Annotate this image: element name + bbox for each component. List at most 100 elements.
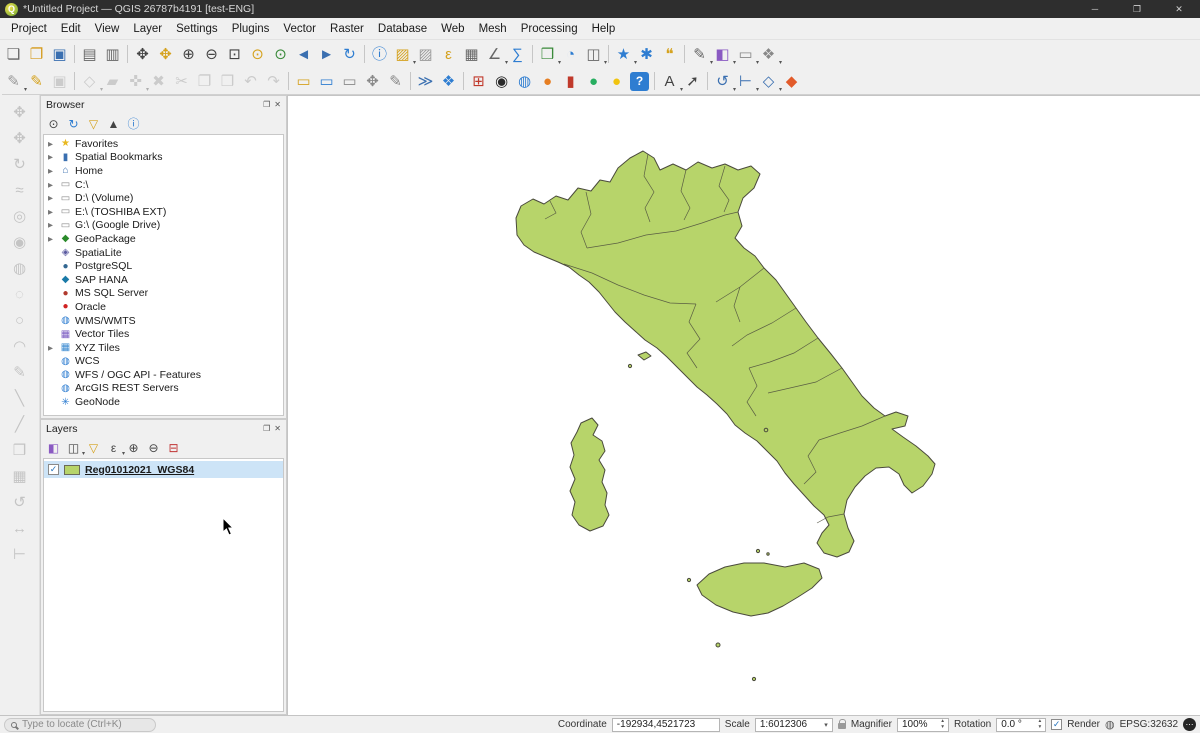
expand-arrow-icon[interactable]: ▶: [48, 167, 56, 175]
show-layout-manager-button[interactable]: ▥: [101, 43, 124, 66]
expand-arrow-icon[interactable]: ▶: [48, 208, 56, 216]
menu-project[interactable]: Project: [4, 20, 54, 38]
crs-value[interactable]: EPSG:32632: [1120, 719, 1178, 730]
coordinate-field[interactable]: -192934,4521723: [612, 718, 720, 732]
expand-arrow-icon[interactable]: ▶: [48, 194, 56, 202]
zoom-to-selection-button[interactable]: ⊙: [246, 43, 269, 66]
plugin-red-button[interactable]: ▮: [559, 70, 582, 93]
expand-arrow-icon[interactable]: ▶: [48, 153, 56, 161]
browser-item-xyz-tiles[interactable]: ▶▦XYZ Tiles: [44, 341, 283, 355]
menu-plugins[interactable]: Plugins: [225, 20, 277, 38]
temporal-controller-button[interactable]: ◔: [559, 43, 582, 66]
collapse-all-button[interactable]: ⊖: [144, 438, 163, 457]
expand-arrow-icon[interactable]: ▶: [48, 235, 56, 243]
new-map-view-button[interactable]: ❒▾: [536, 43, 559, 66]
menu-raster[interactable]: Raster: [323, 20, 371, 38]
locate-input[interactable]: Type to locate (Ctrl+K): [4, 718, 156, 732]
expand-arrow-icon[interactable]: ▶: [48, 344, 56, 352]
new-print-layout-button[interactable]: ▤: [78, 43, 101, 66]
browser-item-spatial-bookmarks[interactable]: ▶▮Spatial Bookmarks: [44, 151, 283, 165]
identify-features-button[interactable]: ⓘ: [368, 43, 391, 66]
browser-item-g-google-drive[interactable]: ▶▭G:\ (Google Drive): [44, 219, 283, 233]
open-layer-styling-button[interactable]: ◧: [44, 438, 63, 457]
browser-item-home[interactable]: ▶⌂Home: [44, 164, 283, 178]
change-label-button[interactable]: ✎: [384, 70, 407, 93]
show-spatial-bookmarks-button[interactable]: ★▾: [612, 43, 635, 66]
menu-edit[interactable]: Edit: [54, 20, 88, 38]
statistical-summary-button[interactable]: ∑: [506, 43, 529, 66]
map-canvas[interactable]: [287, 95, 1200, 715]
more-digitizing-tools-button[interactable]: ◇▾: [757, 70, 780, 93]
browser-item-sap-hana[interactable]: ◆SAP HANA: [44, 273, 283, 287]
browser-item-postgresql[interactable]: ●PostgreSQL: [44, 259, 283, 273]
zoom-in-button[interactable]: ⊕: [177, 43, 200, 66]
open-project-button[interactable]: ❐: [25, 43, 48, 66]
browser-properties-button[interactable]: ⓘ: [124, 114, 143, 133]
browser-item-c[interactable]: ▶▭C:\: [44, 178, 283, 192]
magnifier-spinbox[interactable]: 100% ▴ ▾: [897, 718, 949, 732]
browser-filter-button[interactable]: ▽: [84, 114, 103, 133]
menu-processing[interactable]: Processing: [514, 20, 585, 38]
menu-help[interactable]: Help: [585, 20, 623, 38]
text-annotation-button[interactable]: A▾: [658, 70, 681, 93]
new-3d-map-view-button[interactable]: ◫▾: [582, 43, 605, 66]
rotation-spinbox[interactable]: 0.0 ° ▴ ▾: [996, 718, 1046, 732]
menu-vector[interactable]: Vector: [276, 20, 323, 38]
move-label-button[interactable]: ✥: [361, 70, 384, 93]
filter-legend-button[interactable]: ▽: [84, 438, 103, 457]
plugin-yellow-button[interactable]: ●: [605, 70, 628, 93]
open-attribute-table-button[interactable]: ▦: [460, 43, 483, 66]
browser-item-wfs-ogc-api-features[interactable]: ◍WFS / OGC API - Features: [44, 368, 283, 382]
browser-item-wms-wmts[interactable]: ◍WMS/WMTS: [44, 314, 283, 328]
help-contents-button[interactable]: ?: [630, 72, 649, 91]
browser-refresh-button[interactable]: ↻: [64, 114, 83, 133]
menu-view[interactable]: View: [88, 20, 127, 38]
new-annotation-button[interactable]: ✎▾: [688, 43, 711, 66]
browser-float-button[interactable]: ❐: [263, 100, 270, 109]
browser-item-spatialite[interactable]: ◈SpatiaLite: [44, 246, 283, 260]
project-toolbar-extra-button[interactable]: ❖▾: [757, 43, 780, 66]
manage-map-themes-button[interactable]: ◫▾: [64, 438, 83, 457]
browser-item-geonode[interactable]: ✳GeoNode: [44, 395, 283, 409]
spin-down-icon[interactable]: ▾: [1038, 725, 1041, 731]
project-toolbar-extra-button-dropdown[interactable]: ▾: [779, 59, 782, 66]
browser-item-oracle[interactable]: ●Oracle: [44, 300, 283, 314]
zoom-to-layer-button[interactable]: ⊙: [269, 43, 292, 66]
style-manager-button[interactable]: ◧▾: [711, 43, 734, 66]
remove-layer-button[interactable]: ⊟: [164, 438, 183, 457]
menu-settings[interactable]: Settings: [169, 20, 225, 38]
zoom-next-button[interactable]: ►: [315, 43, 338, 66]
expand-arrow-icon[interactable]: ▶: [48, 181, 56, 189]
python-console-button[interactable]: ≫: [414, 70, 437, 93]
browser-item-favorites[interactable]: ▶★Favorites: [44, 137, 283, 151]
zoom-last-button[interactable]: ◄: [292, 43, 315, 66]
menu-layer[interactable]: Layer: [126, 20, 169, 38]
toggle-editing-button[interactable]: ✎: [25, 70, 48, 93]
georeferencer-button[interactable]: ⊞: [467, 70, 490, 93]
minimize-button[interactable]: ─: [1074, 0, 1116, 18]
spin-down-icon[interactable]: ▾: [941, 725, 944, 731]
new-project-button[interactable]: ❏: [2, 43, 25, 66]
browser-item-e-toshiba-ext[interactable]: ▶▭E:\ (TOSHIBA EXT): [44, 205, 283, 219]
measure-line-button[interactable]: ∠▾: [483, 43, 506, 66]
browser-item-arcgis-rest-servers[interactable]: ◍ArcGIS REST Servers: [44, 382, 283, 396]
plugin-orange-button[interactable]: ●: [536, 70, 559, 93]
refresh-map-button[interactable]: ↻: [338, 43, 361, 66]
browser-item-ms-sql-server[interactable]: ●MS SQL Server: [44, 287, 283, 301]
vector-geometry-tools-button[interactable]: ↺▾: [711, 70, 734, 93]
new-3d-map-view-button-dropdown[interactable]: ▾: [604, 59, 607, 66]
menu-web[interactable]: Web: [434, 20, 471, 38]
expand-arrow-icon[interactable]: ▶: [48, 221, 56, 229]
osm-place-search-button[interactable]: ◉: [490, 70, 513, 93]
browser-search-button[interactable]: ⊙: [44, 114, 63, 133]
chevron-down-icon[interactable]: ▾: [824, 721, 828, 729]
plugin-manager-button[interactable]: ❖: [437, 70, 460, 93]
lock-scale-icon[interactable]: [838, 723, 846, 729]
select-by-expression-button[interactable]: ε: [437, 43, 460, 66]
render-checkbox[interactable]: ✓: [1051, 719, 1062, 730]
menu-mesh[interactable]: Mesh: [472, 20, 514, 38]
browser-collapse-all-button[interactable]: ▲: [104, 114, 123, 133]
filter-by-expression-button[interactable]: ε▾: [104, 438, 123, 457]
close-button[interactable]: ✕: [1158, 0, 1200, 18]
save-project-button[interactable]: ▣: [48, 43, 71, 66]
